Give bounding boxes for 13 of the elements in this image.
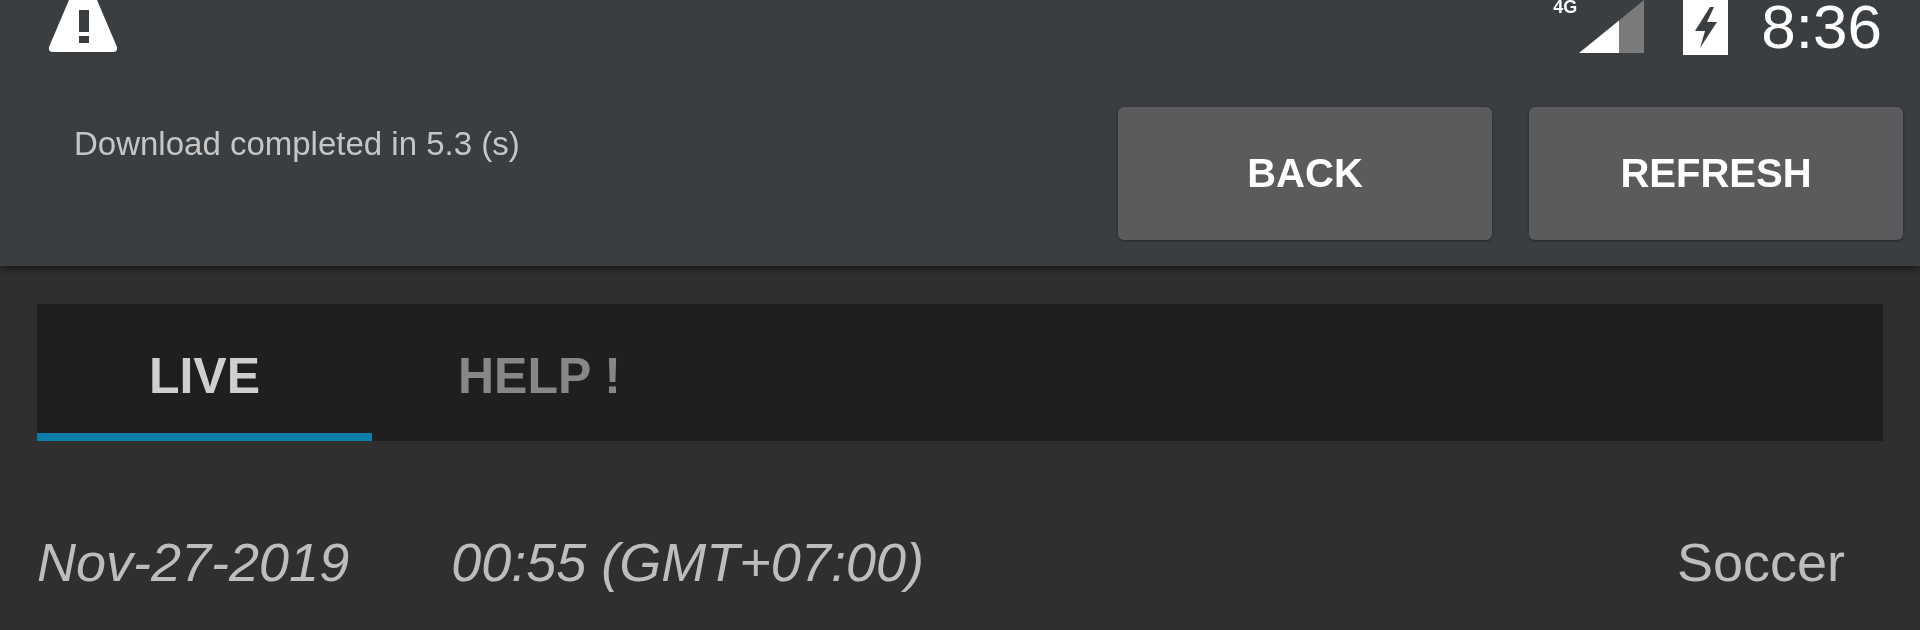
tab[interactable]: HELP ! [372, 304, 707, 441]
battery-charging-icon [1683, 0, 1729, 55]
tab[interactable]: LIVE [37, 304, 372, 441]
clock-time: 8:36 [1761, 0, 1882, 58]
action-button[interactable]: BACK [1118, 107, 1492, 240]
download-status-text: Download completed in 5.3 (s) [74, 125, 520, 163]
event-time: 00:55 (GMT+07:00) [451, 531, 924, 593]
signal-icon [1579, 0, 1645, 53]
event-date: Nov-27-2019 [37, 531, 350, 593]
event-sport: Soccer [1676, 531, 1845, 593]
network-type-label: 4G [1553, 0, 1578, 16]
action-button[interactable]: REFRESH [1529, 107, 1903, 240]
warning-icon [48, 0, 118, 52]
